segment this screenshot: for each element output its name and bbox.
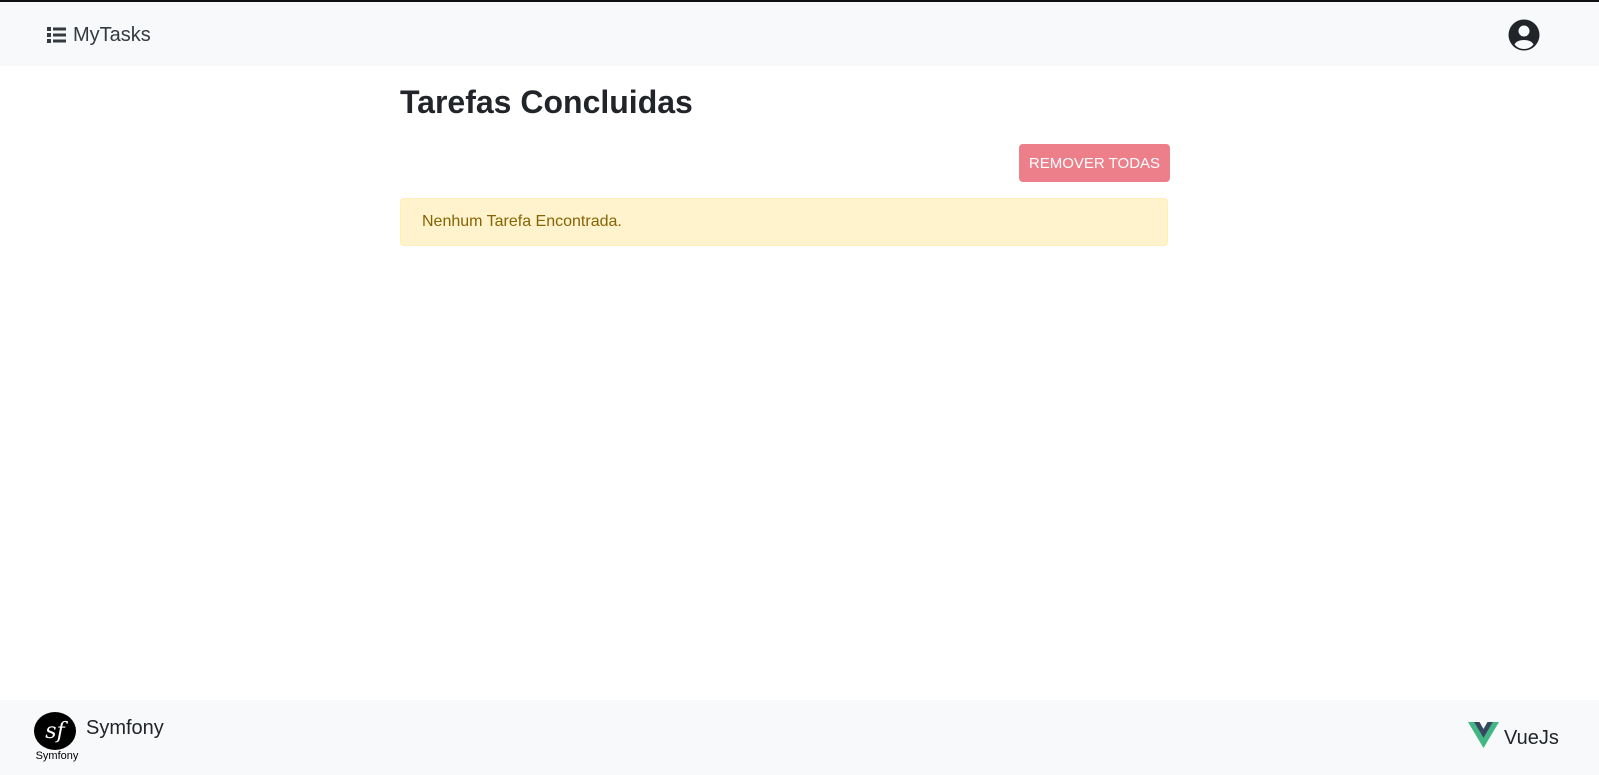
symfony-logo[interactable]: sf Symfony bbox=[29, 712, 85, 764]
brand-label: MyTasks bbox=[73, 23, 151, 46]
page-title: Tarefas Concluidas bbox=[400, 84, 693, 120]
list-icon bbox=[47, 27, 66, 43]
user-circle-icon[interactable] bbox=[1508, 19, 1540, 51]
remove-all-button[interactable]: REMOVER TODAS bbox=[1019, 144, 1170, 182]
empty-message: Nenhum Tarefa Encontrada. bbox=[422, 213, 622, 230]
empty-alert: Nenhum Tarefa Encontrada. bbox=[400, 198, 1168, 246]
vuejs-label: VueJs bbox=[1504, 727, 1559, 749]
brand-link[interactable]: MyTasks bbox=[47, 22, 151, 48]
symfony-logo-caption: Symfony bbox=[35, 750, 79, 762]
symfony-logo-mark: sf bbox=[34, 712, 76, 750]
symfony-label: Symfony bbox=[86, 717, 164, 739]
footer: sf Symfony Symfony VueJs bbox=[0, 700, 1599, 775]
top-navbar: MyTasks bbox=[0, 2, 1599, 66]
vue-logo-icon[interactable] bbox=[1468, 722, 1499, 748]
